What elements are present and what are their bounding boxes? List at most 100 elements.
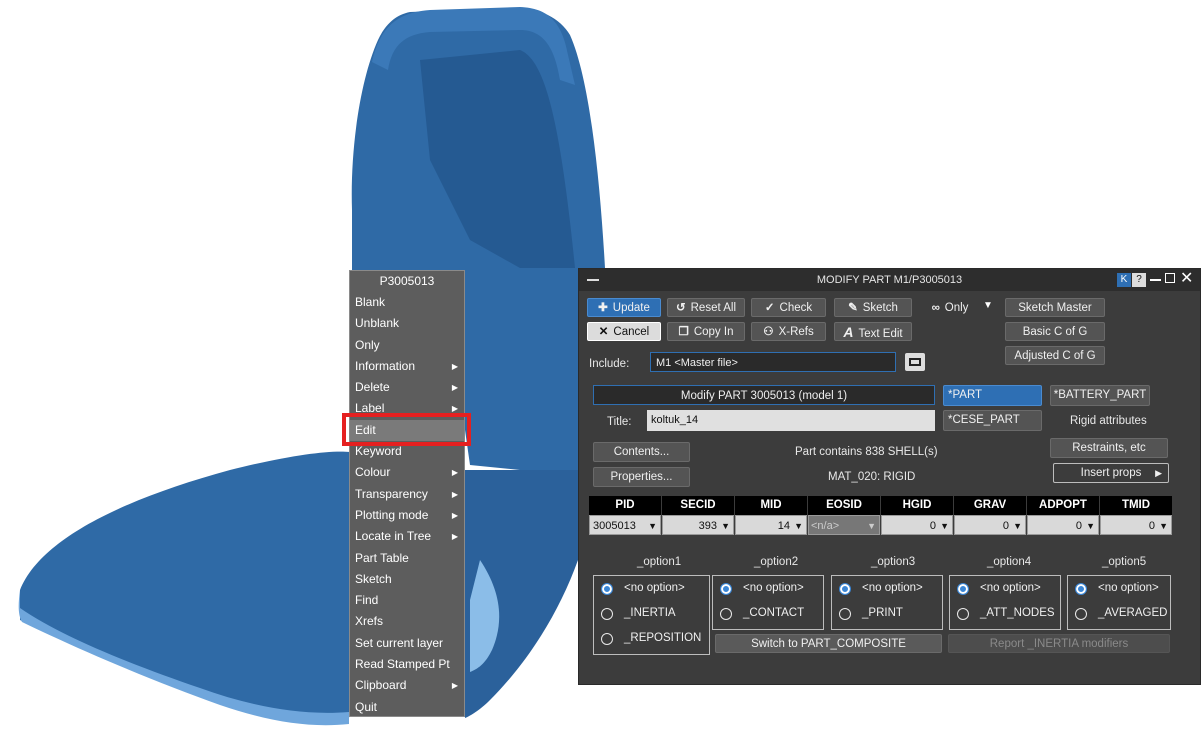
cese-part-button[interactable]: *CESE_PART: [943, 410, 1042, 431]
field-pid[interactable]: 3005013 ▼: [589, 515, 661, 535]
menu-item-part-table[interactable]: Part Table: [350, 548, 464, 569]
reset-all-button[interactable]: ↺ Reset All: [667, 298, 745, 317]
field-grav[interactable]: 0 ▼: [954, 515, 1026, 535]
reset-all-label: Reset All: [690, 302, 737, 314]
menu-item-only[interactable]: Only: [350, 335, 464, 356]
field-value: 0: [1002, 520, 1009, 532]
update-label: Update: [612, 302, 650, 314]
menu-item-read-stamped-pt[interactable]: Read Stamped Pt: [350, 654, 464, 675]
radio-label[interactable]: <no option>: [862, 582, 923, 594]
part-keyword-button[interactable]: *PART: [943, 385, 1042, 406]
update-button[interactable]: ✚ Update: [587, 298, 661, 317]
radio-label[interactable]: <no option>: [624, 582, 685, 594]
radio-button[interactable]: [957, 608, 969, 620]
menu-item-delete[interactable]: Delete ▶: [350, 377, 464, 398]
only-dropdown-icon[interactable]: ▼: [983, 300, 993, 311]
menu-item-blank[interactable]: Blank: [350, 292, 464, 313]
keyword-k-button[interactable]: K: [1117, 273, 1131, 287]
basic-cog-button[interactable]: Basic C of G: [1005, 322, 1105, 341]
option-header-1: _option1: [637, 556, 682, 568]
menu-item-quit[interactable]: Quit: [350, 697, 464, 718]
dropdown-arrow-icon: ▼: [721, 521, 730, 531]
radio-button[interactable]: [720, 583, 732, 595]
menu-item-label: Locate in Tree: [355, 529, 432, 544]
menu-item-locate-in-tree[interactable]: Locate in Tree ▶: [350, 526, 464, 547]
menu-item-transparency[interactable]: Transparency ▶: [350, 484, 464, 505]
option-group-3: <no option> _PRINT: [831, 575, 943, 630]
submenu-arrow-icon: ▶: [451, 468, 458, 478]
restraints-button[interactable]: Restraints, etc: [1050, 438, 1168, 458]
menu-item-unblank[interactable]: Unblank: [350, 313, 464, 334]
radio-button[interactable]: [601, 633, 613, 645]
radio-label[interactable]: <no option>: [1098, 582, 1159, 594]
menu-item-plotting-mode[interactable]: Plotting mode ▶: [350, 505, 464, 526]
menu-item-colour[interactable]: Colour ▶: [350, 462, 464, 483]
battery-part-button[interactable]: *BATTERY_PART: [1050, 385, 1150, 406]
only-label: Only: [944, 302, 969, 314]
column-header-hgid: HGID: [881, 496, 953, 515]
only-button[interactable]: ∞ Only: [919, 298, 981, 317]
menu-item-find[interactable]: Find: [350, 590, 464, 611]
part-contains-text: Part contains 838 SHELL(s): [795, 446, 938, 458]
dialog-titlebar[interactable]: MODIFY PART M1/P3005013 K ? ✕: [579, 269, 1200, 291]
cancel-button[interactable]: ✕ Cancel: [587, 322, 661, 341]
sketch-button[interactable]: ✎ Sketch: [834, 298, 912, 317]
field-hgid[interactable]: 0 ▼: [881, 515, 953, 535]
option-group-2: <no option> _CONTACT: [712, 575, 824, 630]
close-icon[interactable]: ✕: [1180, 270, 1193, 288]
dropdown-arrow-icon: ▼: [648, 521, 657, 531]
radio-button[interactable]: [601, 583, 613, 595]
radio-button[interactable]: [957, 583, 969, 595]
radio-label[interactable]: _PRINT: [862, 607, 903, 619]
radio-button[interactable]: [1075, 608, 1087, 620]
field-secid[interactable]: 393 ▼: [662, 515, 734, 535]
menu-item-sketch[interactable]: Sketch: [350, 569, 464, 590]
check-button[interactable]: ✓ Check: [751, 298, 826, 317]
properties-button[interactable]: Properties...: [593, 467, 690, 487]
menu-item-set-current-layer[interactable]: Set current layer: [350, 633, 464, 654]
field-tmid[interactable]: 0 ▼: [1100, 515, 1172, 535]
insert-props-button[interactable]: Insert props ▶: [1053, 463, 1169, 483]
copy-in-button[interactable]: ❐ Copy In: [667, 322, 745, 341]
modify-part-dialog: MODIFY PART M1/P3005013 K ? ✕ ✚ Update ↺ R…: [578, 268, 1201, 685]
menu-item-clipboard[interactable]: Clipboard ▶: [350, 675, 464, 696]
menu-item-label: Unblank: [355, 316, 400, 331]
radio-label[interactable]: _INERTIA: [624, 607, 676, 619]
menu-item-xrefs[interactable]: Xrefs: [350, 611, 464, 632]
folder-icon[interactable]: [905, 353, 925, 371]
dropdown-arrow-icon: ▼: [1159, 521, 1168, 531]
menu-item-label: Part Table: [355, 550, 409, 565]
insert-props-label: Insert props: [1080, 467, 1142, 479]
minimize-icon[interactable]: [1150, 279, 1161, 281]
radio-button[interactable]: [839, 608, 851, 620]
maximize-icon[interactable]: [1165, 273, 1175, 283]
radio-button[interactable]: [720, 608, 732, 620]
seat-cushion[interactable]: [20, 451, 350, 721]
radio-label[interactable]: _CONTACT: [743, 607, 804, 619]
adjusted-cog-button[interactable]: Adjusted C of G: [1005, 346, 1105, 365]
sketch-master-button[interactable]: Sketch Master: [1005, 298, 1105, 317]
switch-composite-button[interactable]: Switch to PART_COMPOSITE: [715, 634, 942, 653]
pencil-icon: ✎: [848, 302, 858, 314]
menu-item-information[interactable]: Information ▶: [350, 356, 464, 377]
radio-button[interactable]: [601, 608, 613, 620]
radio-label[interactable]: _AVERAGED: [1098, 607, 1167, 619]
column-header-pid: PID: [589, 496, 661, 515]
title-input[interactable]: koltuk_14: [647, 410, 935, 431]
radio-label[interactable]: <no option>: [743, 582, 804, 594]
submenu-arrow-icon: ▶: [451, 681, 458, 691]
include-field[interactable]: M1 <Master file>: [650, 352, 896, 372]
submenu-arrow-icon: ▶: [451, 383, 458, 393]
field-mid[interactable]: 14 ▼: [735, 515, 807, 535]
radio-label[interactable]: _REPOSITION: [624, 632, 701, 644]
field-adpopt[interactable]: 0 ▼: [1027, 515, 1099, 535]
radio-label[interactable]: _ATT_NODES: [980, 607, 1055, 619]
contents-button[interactable]: Contents...: [593, 442, 690, 462]
radio-label[interactable]: <no option>: [980, 582, 1041, 594]
radio-button[interactable]: [1075, 583, 1087, 595]
help-button[interactable]: ?: [1132, 273, 1146, 287]
radio-button[interactable]: [839, 583, 851, 595]
x-icon: ✕: [598, 326, 609, 338]
text-edit-button[interactable]: A Text Edit: [834, 322, 912, 341]
x-refs-button[interactable]: ⚇ X-Refs: [751, 322, 826, 341]
